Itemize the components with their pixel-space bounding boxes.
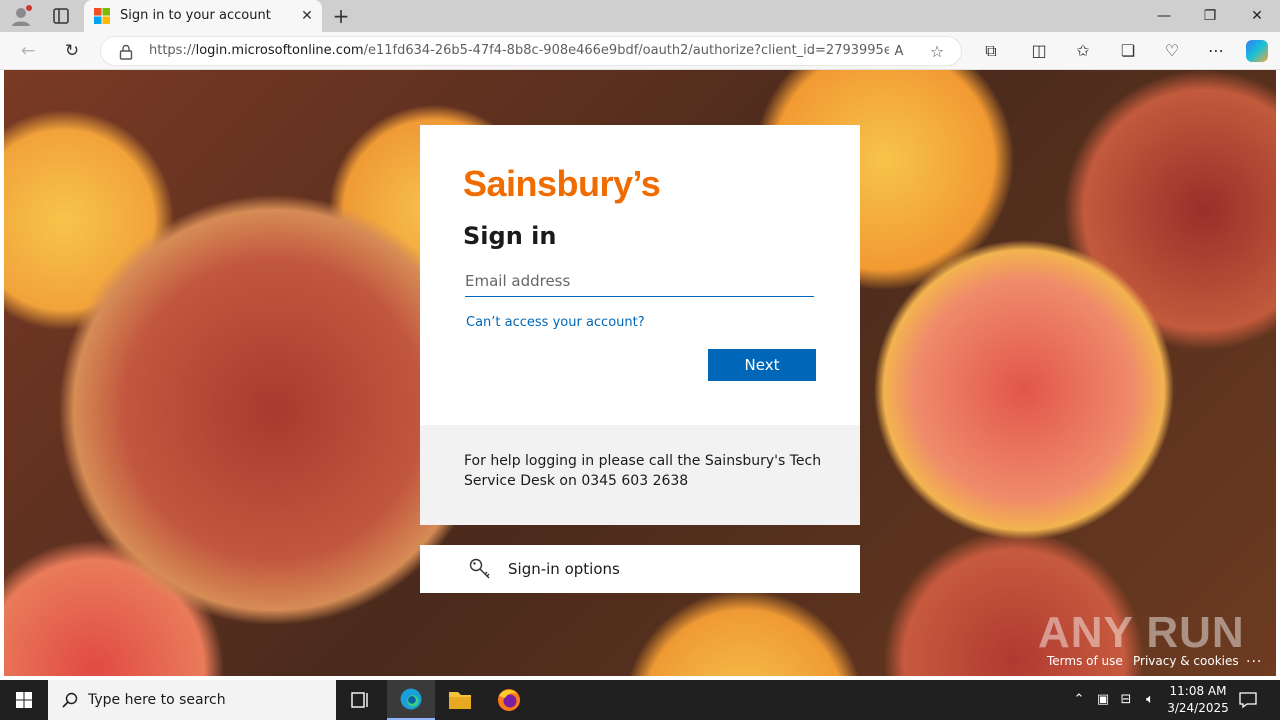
split-screen-icon[interactable]: ◫ <box>1028 40 1050 62</box>
help-panel: For help logging in please call the Sain… <box>420 425 860 525</box>
taskbar: Type here to search ⌃ ▣ ⊟ 🔈︎ 11:08 AM 3/… <box>0 680 1280 720</box>
clock-date: 3/24/2025 <box>1167 701 1229 715</box>
minimize-button[interactable]: — <box>1151 4 1177 28</box>
next-button[interactable]: Next <box>708 349 816 381</box>
firefox-icon[interactable] <box>485 680 533 720</box>
settings-more-icon[interactable]: ⋯ <box>1205 40 1227 62</box>
browser-title-bar: Sign in to your account ✕ + — ❐ ✕ <box>0 0 1280 32</box>
sign-in-card: Sainsbury’s Sign in Can’t access your ac… <box>420 125 860 425</box>
collections-icon[interactable]: ❏ <box>1117 40 1139 62</box>
profile-icon[interactable] <box>10 5 32 27</box>
back-button[interactable]: ← <box>17 40 39 62</box>
navigation-bar: ← ↻ https://login.microsoftonline.com/e1… <box>0 32 1280 70</box>
close-window-button[interactable]: ✕ <box>1244 4 1270 28</box>
terms-link[interactable]: Terms of use <box>1047 654 1123 668</box>
search-placeholder: Type here to search <box>88 692 226 708</box>
url-text[interactable]: https://login.microsoftonline.com/e11fd6… <box>149 43 889 58</box>
tab-title: Sign in to your account <box>120 8 271 23</box>
notification-icon[interactable] <box>1238 690 1258 710</box>
help-text: For help logging in please call the Sain… <box>464 453 822 489</box>
page-title: Sign in <box>463 222 557 250</box>
favorite-star-icon[interactable]: ☆ <box>927 42 947 62</box>
copilot-icon[interactable] <box>1246 40 1268 62</box>
taskbar-search[interactable]: Type here to search <box>48 680 336 720</box>
taskbar-clock[interactable]: 11:08 AM 3/24/2025 <box>1160 683 1236 717</box>
page-background: Sainsbury’s Sign in Can’t access your ac… <box>4 70 1276 676</box>
lock-icon[interactable] <box>119 44 133 60</box>
edge-browser-icon[interactable] <box>387 680 435 720</box>
key-icon <box>469 558 490 579</box>
footer-more-button[interactable]: ... <box>1246 650 1262 666</box>
tray-device-icon[interactable]: ▣ <box>1094 690 1112 710</box>
clock-time: 11:08 AM <box>1169 684 1227 698</box>
tab-sign-in[interactable]: Sign in to your account ✕ <box>84 0 322 32</box>
network-icon[interactable]: ⊟ <box>1117 690 1135 710</box>
extensions-icon[interactable]: ⧉ <box>980 40 1002 62</box>
microsoft-logo-icon <box>94 8 110 24</box>
file-explorer-icon[interactable] <box>436 680 484 720</box>
sign-in-options-label: Sign-in options <box>508 560 620 578</box>
cant-access-link[interactable]: Can’t access your account? <box>466 315 645 330</box>
email-field[interactable] <box>465 265 814 297</box>
volume-icon[interactable]: 🔈︎ <box>1141 690 1159 710</box>
refresh-button[interactable]: ↻ <box>61 40 83 62</box>
tab-actions-icon[interactable] <box>52 7 70 25</box>
tab-close-icon[interactable]: ✕ <box>298 7 316 25</box>
tray-chevron-icon[interactable]: ⌃ <box>1070 690 1088 710</box>
windows-start-icon[interactable] <box>0 680 48 720</box>
search-icon <box>62 692 78 708</box>
sign-in-options-button[interactable]: Sign-in options <box>420 545 860 593</box>
favorites-icon[interactable]: ✩ <box>1072 40 1094 62</box>
task-view-icon[interactable] <box>336 680 384 720</box>
browser-essentials-icon[interactable]: ♡ <box>1161 40 1183 62</box>
new-tab-button[interactable]: + <box>330 5 352 27</box>
address-bar[interactable]: https://login.microsoftonline.com/e11fd6… <box>100 36 962 66</box>
anyrun-watermark: ANY RUN <box>1038 608 1245 657</box>
restore-button[interactable]: ❐ <box>1197 4 1223 28</box>
sainsburys-logo: Sainsbury’s <box>463 163 661 204</box>
privacy-link[interactable]: Privacy & cookies <box>1133 654 1239 668</box>
read-aloud-icon[interactable]: A <box>889 42 909 62</box>
